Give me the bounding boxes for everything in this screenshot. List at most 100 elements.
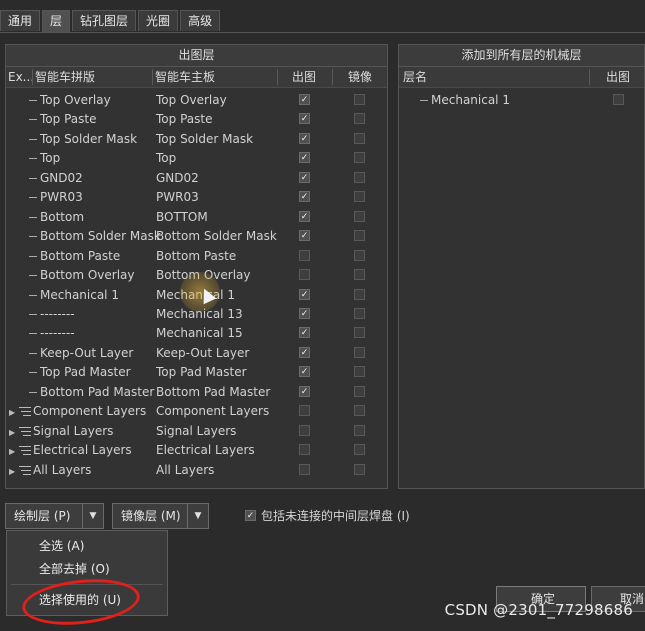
layer-row[interactable]: Top Solder Mask Top Solder Mask ✓ xyxy=(6,130,387,149)
output-checkbox[interactable] xyxy=(299,424,310,436)
layer-row[interactable]: PWR03 PWR03 ✓ xyxy=(6,188,387,207)
col-separator[interactable] xyxy=(332,69,333,85)
layer-name-b: Keep-Out Layer xyxy=(156,345,250,360)
watermark: CSDN @2301_77298686 xyxy=(444,601,633,619)
output-checkbox[interactable]: ✓ xyxy=(299,210,310,222)
tree-line-icon xyxy=(29,275,37,277)
layer-row[interactable]: Bottom Solder Mask Bottom Solder Mask ✓ xyxy=(6,227,387,246)
expand-arrow-icon[interactable]: ▶ xyxy=(9,462,19,481)
layer-name-a: Mechanical 1 xyxy=(9,286,119,305)
chevron-down-icon[interactable]: ▼ xyxy=(187,504,208,528)
col-separator[interactable] xyxy=(32,69,33,85)
col-separator[interactable] xyxy=(589,69,590,85)
mirror-checkbox[interactable] xyxy=(354,113,365,125)
mirror-checkbox[interactable] xyxy=(354,385,365,397)
menu-deselect-all[interactable]: 全部去掉 (O) xyxy=(39,558,110,580)
layer-row[interactable]: Top Overlay Top Overlay ✓ xyxy=(6,91,387,110)
output-checkbox[interactable]: ✓ xyxy=(299,132,310,144)
tree-line-icon xyxy=(29,391,37,393)
mirror-checkbox[interactable] xyxy=(354,366,365,378)
layer-row[interactable]: Top Pad Master Top Pad Master ✓ xyxy=(6,363,387,382)
mirror-checkbox[interactable] xyxy=(354,288,365,300)
layer-group-row[interactable]: ▶ Signal Layers Signal Layers xyxy=(6,422,387,441)
mirror-checkbox[interactable] xyxy=(354,346,365,358)
output-checkbox[interactable]: ✓ xyxy=(299,307,310,319)
output-checkbox[interactable]: ✓ xyxy=(299,94,310,105)
output-checkbox[interactable]: ✓ xyxy=(299,152,310,164)
output-checkbox[interactable]: ✓ xyxy=(299,191,310,203)
col-layer-name[interactable]: 层名 xyxy=(403,67,427,87)
layer-row[interactable]: GND02 GND02 ✓ xyxy=(6,169,387,188)
layer-group-row[interactable]: ▶ Electrical Layers Electrical Layers xyxy=(6,441,387,460)
expand-arrow-icon[interactable]: ▶ xyxy=(9,403,19,422)
tab-general[interactable]: 通用 xyxy=(0,10,41,31)
output-checkbox[interactable]: ✓ xyxy=(299,327,310,339)
layer-row[interactable]: Keep-Out Layer Keep-Out Layer ✓ xyxy=(6,344,387,363)
tree-line-icon xyxy=(29,255,37,257)
mirror-checkbox[interactable] xyxy=(354,132,365,144)
col-mirror[interactable]: 镜像 xyxy=(348,67,372,87)
layer-name-b: Bottom Solder Mask xyxy=(156,229,277,244)
plot-layers-button[interactable]: 绘制层 (P) ▼ xyxy=(5,503,104,529)
col-separator[interactable] xyxy=(277,69,278,85)
mirror-checkbox[interactable] xyxy=(354,249,365,261)
tab-layers[interactable]: 层 xyxy=(42,10,71,33)
col-separator[interactable] xyxy=(152,69,153,85)
layer-row[interactable]: Top Top ✓ xyxy=(6,149,387,168)
mechanical-layers-panel: 添加到所有层的机械层 层名 出图 Mechanical 1 xyxy=(398,44,645,489)
output-checkbox[interactable] xyxy=(613,94,624,105)
mirror-checkbox[interactable] xyxy=(354,444,365,456)
mirror-checkbox[interactable] xyxy=(354,230,365,242)
mirror-checkbox[interactable] xyxy=(354,94,365,105)
layer-group-row[interactable]: ▶ Component Layers Component Layers xyxy=(6,402,387,421)
col-expand[interactable]: Ex... xyxy=(8,67,34,87)
mechanical-layer-row[interactable]: Mechanical 1 xyxy=(399,91,644,110)
output-checkbox[interactable]: ✓ xyxy=(299,113,310,125)
col-output[interactable]: 出图 xyxy=(292,67,316,87)
output-checkbox[interactable] xyxy=(299,444,310,456)
mirror-checkbox[interactable] xyxy=(354,171,365,183)
expand-arrow-icon[interactable]: ▶ xyxy=(9,442,19,461)
mirror-checkbox[interactable] xyxy=(354,405,365,417)
output-checkbox[interactable] xyxy=(299,249,310,261)
mirror-checkbox[interactable] xyxy=(354,463,365,475)
tab-drill-layers[interactable]: 钻孔图层 xyxy=(72,10,137,31)
mirror-checkbox[interactable] xyxy=(354,307,365,319)
output-checkbox[interactable] xyxy=(299,269,310,281)
tab-advanced[interactable]: 高级 xyxy=(180,10,221,31)
col-panel-a[interactable]: 智能车拼版 xyxy=(35,67,95,87)
layer-name-a: ▶ Electrical Layers xyxy=(9,441,132,461)
layer-row[interactable]: Bottom Paste Bottom Paste xyxy=(6,247,387,266)
layer-name-b: Top xyxy=(156,151,177,166)
tab-apertures[interactable]: 光圈 xyxy=(138,10,179,31)
output-checkbox[interactable]: ✓ xyxy=(299,171,310,183)
include-unconnected-checkbox[interactable]: ✓ xyxy=(245,510,256,521)
mirror-checkbox[interactable] xyxy=(354,424,365,436)
expand-arrow-icon[interactable]: ▶ xyxy=(9,423,19,442)
layer-name-a: GND02 xyxy=(9,169,83,188)
layer-group-row[interactable]: ▶ All Layers All Layers xyxy=(6,461,387,480)
output-checkbox[interactable] xyxy=(299,405,310,417)
layer-row[interactable]: -------- Mechanical 15 ✓ xyxy=(6,324,387,343)
layer-row[interactable]: Top Paste Top Paste ✓ xyxy=(6,110,387,129)
mirror-checkbox[interactable] xyxy=(354,152,365,164)
mirror-checkbox[interactable] xyxy=(354,210,365,222)
tree-line-icon xyxy=(29,216,37,218)
output-checkbox[interactable]: ✓ xyxy=(299,346,310,358)
mechanical-layer-name: Mechanical 1 xyxy=(402,91,510,110)
col-output[interactable]: 出图 xyxy=(606,67,630,87)
layer-row[interactable]: Bottom BOTTOM ✓ xyxy=(6,208,387,227)
mirror-checkbox[interactable] xyxy=(354,269,365,281)
mirror-layers-button[interactable]: 镜像层 (M) ▼ xyxy=(112,503,209,529)
mirror-checkbox[interactable] xyxy=(354,327,365,339)
chevron-down-icon[interactable]: ▼ xyxy=(82,504,103,528)
output-checkbox[interactable]: ✓ xyxy=(299,288,310,300)
output-checkbox[interactable]: ✓ xyxy=(299,230,310,242)
menu-select-all[interactable]: 全选 (A) xyxy=(39,535,84,557)
col-panel-b[interactable]: 智能车主板 xyxy=(155,67,215,87)
output-checkbox[interactable]: ✓ xyxy=(299,366,310,378)
mirror-checkbox[interactable] xyxy=(354,191,365,203)
layer-row[interactable]: Bottom Pad Master Bottom Pad Master ✓ xyxy=(6,383,387,402)
output-checkbox[interactable]: ✓ xyxy=(299,385,310,397)
output-checkbox[interactable] xyxy=(299,463,310,475)
